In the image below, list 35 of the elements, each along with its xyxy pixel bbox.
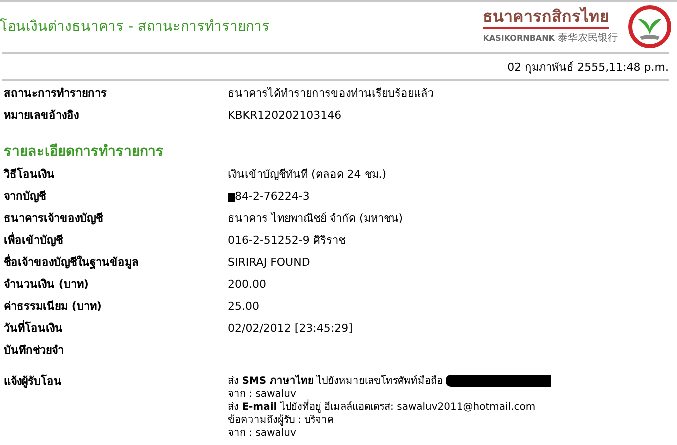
field-value: ธนาคาร ไทยพาณิชย์ จำกัด (มหาชน) <box>228 211 404 228</box>
field-value: เงินเข้าบัญชีทันที (ตลอด 24 ชม.) <box>228 167 387 184</box>
bank-logo-icon <box>628 5 672 49</box>
bank-name: ธนาคารกสิกรไทย <box>483 8 610 29</box>
field-value: 016-2-51252-9 ศิริราช <box>228 233 346 250</box>
field-label: วันที่โอนเงิน <box>3 321 64 338</box>
field-value: ธนาคารได้ทำรายการของท่านเรียบร้อยแล้ว <box>228 86 434 102</box>
field-label: วิธีโอนเงิน <box>2 167 56 184</box>
field-label: เพื่อเข้าบัญชี <box>3 233 64 250</box>
notification-text: ส่ง SMS ภาษาไทย ไปยังหมายเลขโทรศัพท์มือถือ <box>228 374 444 388</box>
timestamp: 02 กุมภาพันธ์ 2555,11:48 p.m. <box>508 60 669 76</box>
field-label: ธนาคารเจ้าของบัญชี <box>3 211 104 228</box>
field-label: ค่าธรรมเนียม (บาท) <box>3 299 103 316</box>
field-label: บันทึกช่วยจำ <box>3 343 65 360</box>
page-title: โอนเงินต่างธนาคาร - สถานะการทำรายการ <box>0 18 270 36</box>
notification-text: ส่ง E-mail ไปยังที่อยู่ อีเมลล์แอดเดรส: sawaluv2011@hotmail.com <box>228 400 536 414</box>
field-label: จำนวนเงิน (บาท) <box>3 277 90 294</box>
field-label: จากบัญชี <box>3 189 48 206</box>
field-value: 25.00 <box>228 299 260 316</box>
field-label: หมายเลขอ้างอิง <box>3 108 80 124</box>
redaction-mark <box>228 193 235 202</box>
bank-english-name: KASIKORNBANK <box>483 32 555 44</box>
field-label: ชื่อเจ้าของบัญชีในฐานข้อมูล <box>3 255 140 272</box>
field-value: KBKR120202103146 <box>228 108 342 124</box>
field-label: แจ้งผู้รับโอน <box>3 374 63 390</box>
field-value: SIRIRAJ FOUND <box>228 255 310 272</box>
field-value: 84-2-76224-3 <box>235 189 310 206</box>
field-label: สถานะการทำรายการ <box>3 86 108 102</box>
notification-text: ข้อความถึงผู้รับ : บริจาค <box>228 414 335 426</box>
bank-chinese-name: 泰华农民银行 <box>558 32 618 46</box>
section-heading: รายละเอียดการทำรายการ <box>3 142 165 162</box>
field-value: 200.00 <box>228 277 266 294</box>
notification-text: จาก : sawaluv <box>228 388 296 400</box>
field-value: 02/02/2012 [23:45:29] <box>228 321 353 338</box>
notification-text: จาก : sawaluv <box>228 426 296 440</box>
